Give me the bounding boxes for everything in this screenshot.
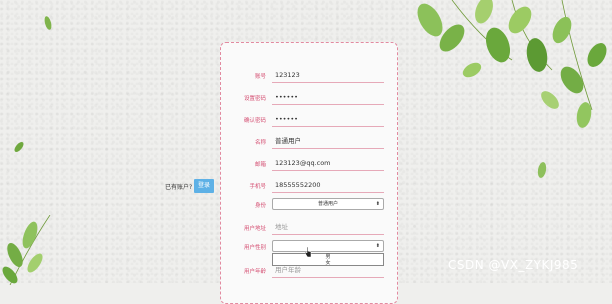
- email-label: 邮箱: [254, 162, 266, 168]
- age-row: 用户年龄 用户年龄: [221, 264, 397, 280]
- select-arrow-icon: ⬍: [375, 201, 380, 207]
- mouse-cursor-icon: [304, 246, 312, 258]
- account-row: 账号 123123: [221, 69, 397, 85]
- gender-select[interactable]: ⬍: [272, 240, 384, 252]
- email-input[interactable]: 123123@qq.com: [272, 157, 384, 171]
- select-arrow-icon: ⬍: [375, 243, 380, 249]
- confirm-password-row: 确认密码 ••••••: [221, 113, 397, 129]
- name-label: 名称: [254, 140, 266, 146]
- gender-label: 用户性别: [243, 245, 266, 251]
- age-input[interactable]: 用户年龄: [272, 264, 384, 278]
- confirm-password-input[interactable]: ••••••: [272, 113, 384, 127]
- confirm-password-label: 确认密码: [243, 118, 266, 124]
- phone-input[interactable]: 18555552200: [272, 179, 384, 193]
- age-label: 用户年龄: [243, 269, 266, 275]
- email-row: 邮箱 123123@qq.com: [221, 157, 397, 173]
- name-row: 名称 普通用户: [221, 135, 397, 151]
- login-button[interactable]: 登录: [194, 179, 214, 193]
- account-input[interactable]: 123123: [272, 69, 384, 83]
- decorative-leaf-top: [44, 16, 52, 30]
- account-label: 账号: [254, 74, 266, 80]
- register-form: 账号 123123 设置密码 •••••• 确认密码 •••••• 名称 普通用…: [220, 42, 398, 304]
- password-label: 设置密码: [243, 96, 266, 102]
- side-login: 已有账户? 登录: [163, 179, 214, 193]
- existing-account-text: 已有账户?: [165, 184, 193, 191]
- name-input[interactable]: 普通用户: [272, 135, 384, 149]
- decorative-leaf-right-mid: [537, 162, 547, 178]
- password-row: 设置密码 ••••••: [221, 91, 397, 107]
- identity-select-value: 普通用户: [317, 201, 338, 207]
- identity-select[interactable]: 普通用户 ⬍: [272, 198, 384, 210]
- phone-label: 手机号: [249, 184, 266, 190]
- address-label: 用户地址: [243, 226, 266, 232]
- address-row: 用户地址 地址: [221, 221, 397, 237]
- phone-row: 手机号 18555552200: [221, 179, 397, 195]
- password-input[interactable]: ••••••: [272, 91, 384, 105]
- decorative-leaves-top-right: [417, 0, 607, 128]
- decorative-leaves-bottom-left: [2, 215, 51, 285]
- watermark: CSDN @VX_ZYKJ985: [448, 258, 579, 272]
- identity-label: 身份: [254, 203, 266, 209]
- address-input[interactable]: 地址: [272, 221, 384, 235]
- identity-row: 身份 普通用户 ⬍: [221, 198, 397, 214]
- decorative-leaf-left: [14, 142, 24, 152]
